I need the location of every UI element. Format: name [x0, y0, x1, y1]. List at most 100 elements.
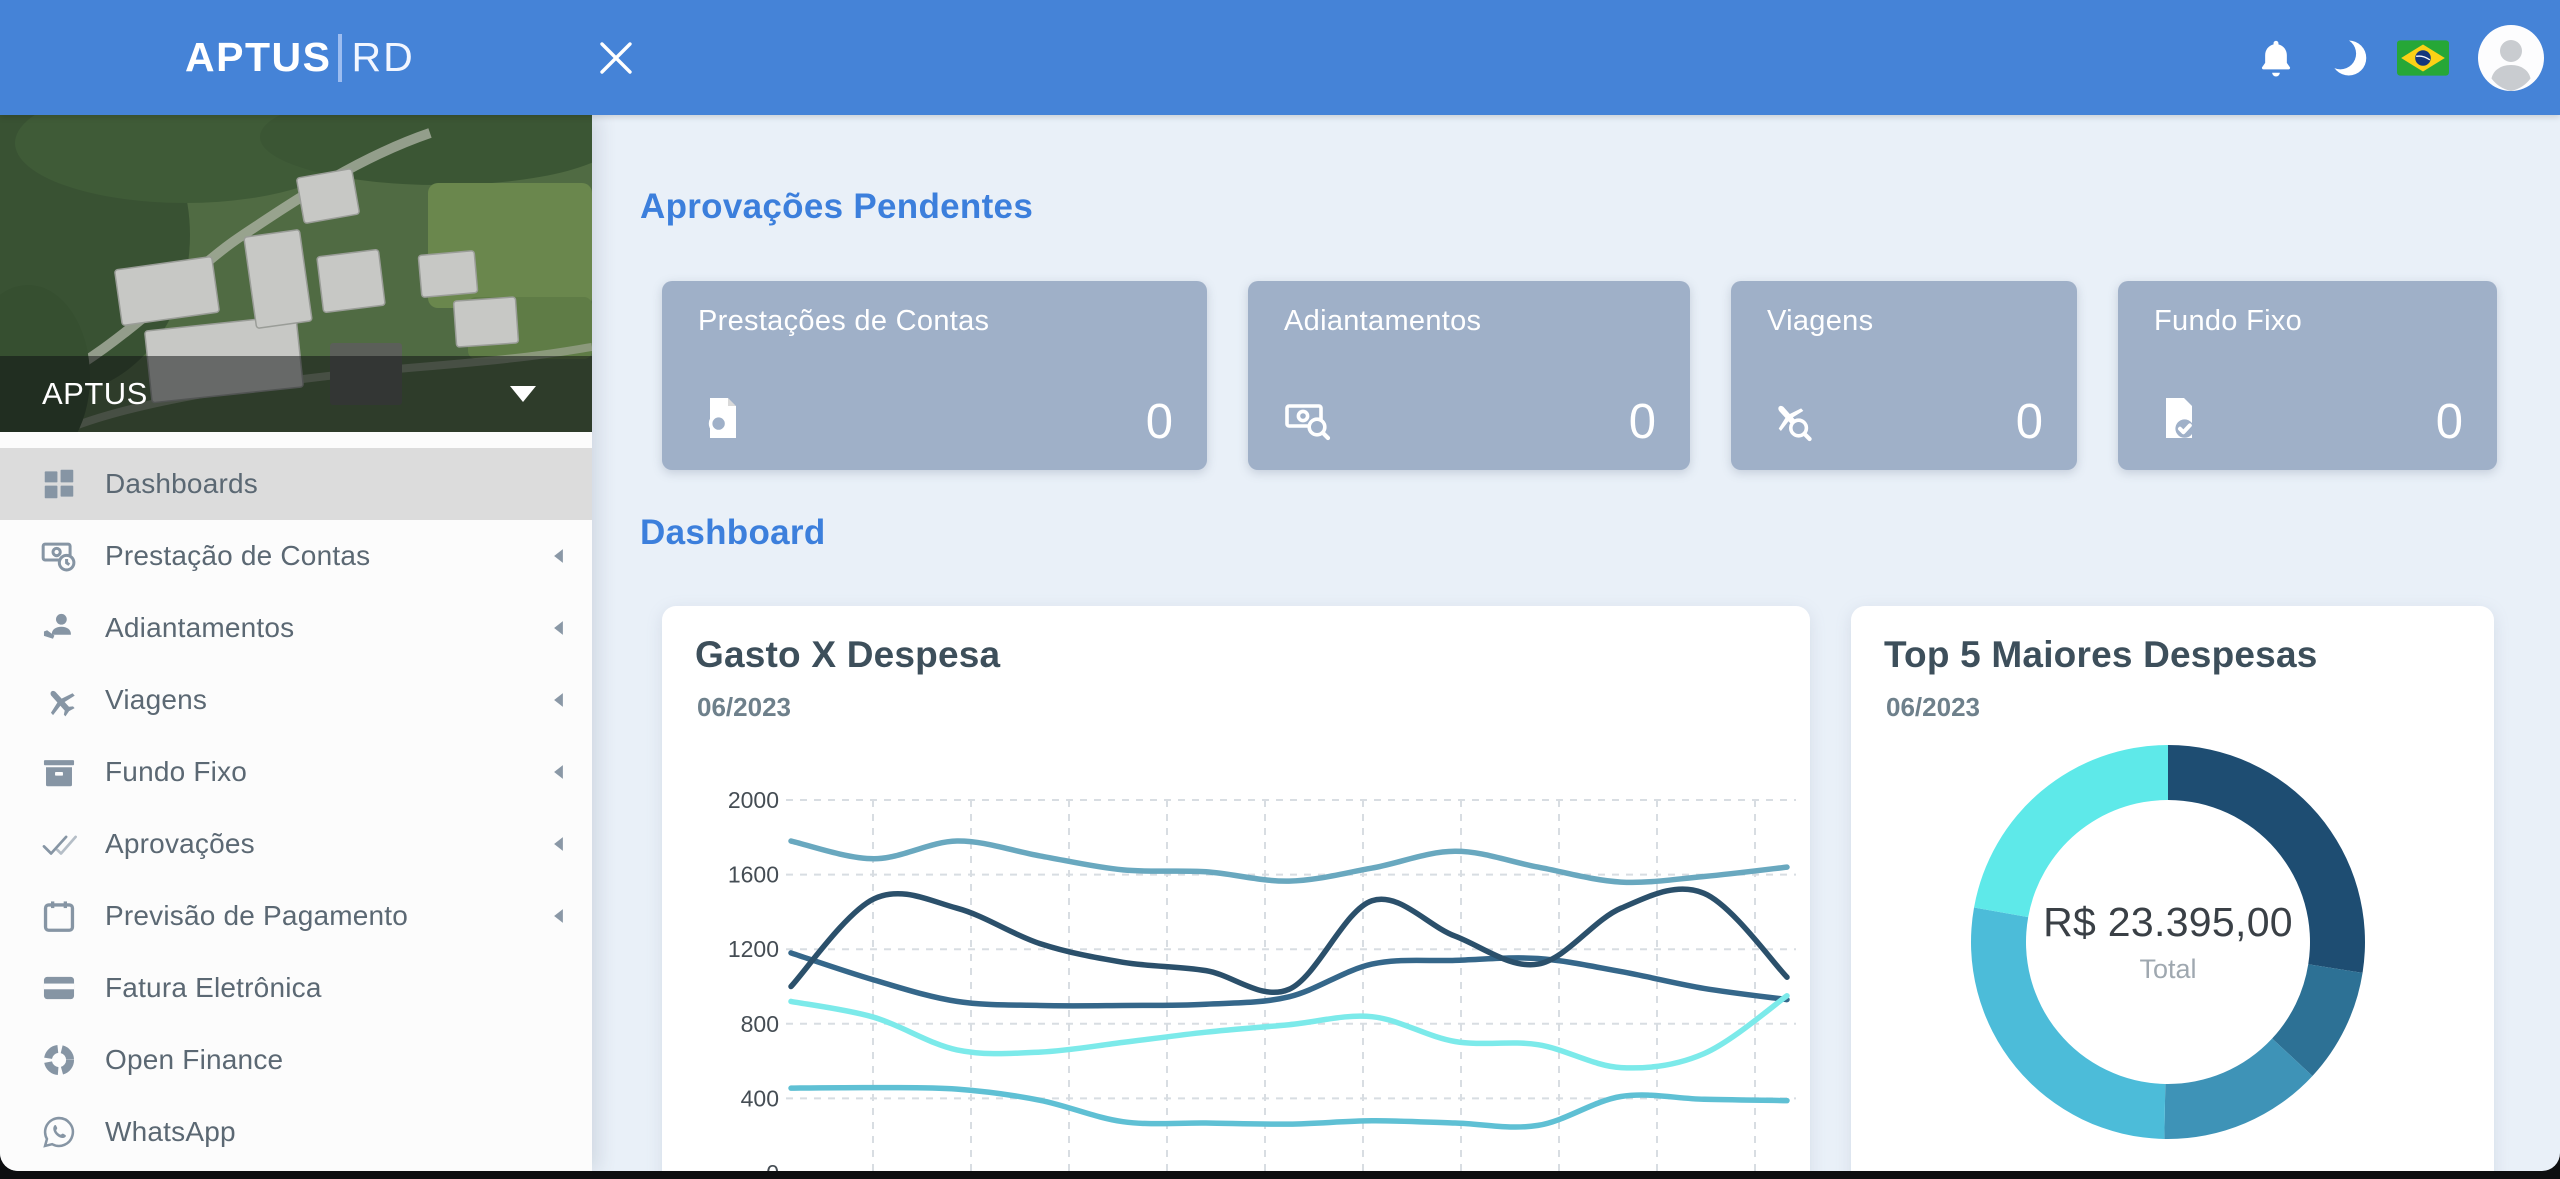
summary-card-adiantamentos[interactable]: Adiantamentos 0: [1248, 281, 1690, 470]
logo-secondary-text: RD: [351, 34, 414, 81]
chevron-left-icon: [551, 547, 566, 565]
top-bar: APTUS RD: [0, 0, 2560, 115]
sidebar: APTUS Dashboards Prestação de Contas Adian…: [0, 115, 592, 1171]
sidebar-item-prestacao-de-contas[interactable]: Prestação de Contas: [0, 520, 592, 592]
sidebar-item-label: Fundo Fixo: [105, 756, 247, 788]
money-clock-icon: [40, 537, 78, 575]
app-window: APTUS RD: [0, 0, 2560, 1171]
sidebar-item-fatura-eletronica[interactable]: Fatura Eletrônica: [0, 952, 592, 1024]
line-series-3: [791, 953, 1787, 1006]
donut-chart: [1851, 726, 2494, 1171]
summary-card-fundo-fixo[interactable]: Fundo Fixo 0: [2118, 281, 2497, 470]
summary-card-title: Adiantamentos: [1284, 305, 1481, 338]
line-series-1: [791, 841, 1787, 882]
sidebar-item-label: Aprovações: [105, 828, 255, 860]
line-series-5: [791, 1088, 1787, 1127]
y-axis-tick-label: 2000: [728, 787, 779, 813]
summary-card-title: Prestações de Contas: [698, 305, 989, 338]
summary-card-value: 0: [2436, 394, 2463, 450]
company-name: APTUS: [42, 376, 148, 412]
close-icon: [592, 34, 640, 82]
summary-cards-row: Prestações de Contas0Adiantamentos0Viage…: [662, 281, 2497, 470]
sidebar-item-label: WhatsApp: [105, 1116, 236, 1148]
chevron-left-icon: [551, 619, 566, 637]
bell-icon: [2255, 37, 2297, 79]
company-photo: APTUS: [0, 115, 592, 432]
calendar-icon: [40, 897, 78, 935]
header-actions: [2255, 0, 2544, 115]
summary-card-value: 0: [2016, 394, 2043, 450]
chevron-left-icon: [551, 691, 566, 709]
archive-box-icon: [40, 753, 78, 791]
credit-card-icon: [40, 969, 78, 1007]
donut-chart-card: Top 5 Maiores Despesas 06/2023 R$ 23.395…: [1851, 606, 2494, 1171]
sidebar-item-whatsapp[interactable]: WhatsApp: [0, 1096, 592, 1168]
plane-icon: [40, 681, 78, 719]
donut-chart-subtitle: 06/2023: [1886, 692, 1980, 723]
donut-slice-1: [2168, 745, 2365, 973]
summary-card-viagens[interactable]: Viagens 0: [1731, 281, 2077, 470]
sidebar-item-fundo-fixo[interactable]: Fundo Fixo: [0, 736, 592, 808]
hand-user-icon: [40, 609, 78, 647]
chevron-left-icon: [551, 907, 566, 925]
y-axis-tick-label: 800: [741, 1011, 779, 1037]
sidebar-item-aprovacoes[interactable]: Aprovações: [0, 808, 592, 880]
donut-slice-4: [1971, 908, 2165, 1139]
chevron-left-icon: [551, 763, 566, 781]
line-chart-subtitle: 06/2023: [697, 692, 791, 723]
sidebar-item-label: Open Finance: [105, 1044, 283, 1076]
sidebar-item-label: Viagens: [105, 684, 207, 716]
sidebar-item-previsao-de-pagamento[interactable]: Previsão de Pagamento: [0, 880, 592, 952]
donut-slice-5: [1974, 745, 2168, 917]
dashboard-title: Dashboard: [640, 513, 826, 553]
brazil-flag-icon: [2397, 40, 2449, 76]
line-chart: 2000 1600 1200 800 400 0: [701, 770, 1801, 1171]
chevron-left-icon: [551, 835, 566, 853]
y-axis-tick-label: 0: [766, 1160, 779, 1171]
document-check-icon: [2154, 394, 2202, 442]
line-chart-title: Gasto X Despesa: [695, 634, 1000, 676]
user-menu[interactable]: [2478, 25, 2544, 91]
sidebar-item-label: Prestação de Contas: [105, 540, 370, 572]
close-sidebar-button[interactable]: [592, 34, 640, 82]
chevron-down-icon: [510, 386, 536, 402]
sidebar-item-label: Fatura Eletrônica: [105, 972, 322, 1004]
sidebar-item-open-finance[interactable]: Open Finance: [0, 1024, 592, 1096]
sidebar-item-label: Dashboards: [105, 468, 258, 500]
language-selector[interactable]: [2397, 40, 2449, 76]
whatsapp-icon: [40, 1113, 78, 1151]
summary-card-value: 0: [1146, 394, 1173, 450]
summary-card-prestacoes-de-contas[interactable]: Prestações de Contas 0: [662, 281, 1207, 470]
sidebar-item-adiantamentos[interactable]: Adiantamentos: [0, 592, 592, 664]
charts-row: Gasto X Despesa 06/2023 2000 1600 1200 800 4…: [662, 606, 2494, 1171]
user-avatar: [2478, 25, 2544, 91]
sidebar-item-label: Adiantamentos: [105, 612, 294, 644]
moon-icon: [2326, 37, 2368, 79]
dashboard-icon: [40, 465, 78, 503]
sidebar-item-viagens[interactable]: Viagens: [0, 664, 592, 736]
y-axis-tick-label: 1200: [728, 936, 779, 962]
double-check-icon: [40, 825, 78, 863]
logo-primary-text: APTUS: [185, 34, 331, 81]
sidebar-menu: Dashboards Prestação de Contas Adiantament…: [0, 448, 592, 1168]
summary-card-title: Fundo Fixo: [2154, 305, 2302, 338]
money-search-icon: [1284, 394, 1332, 442]
y-axis-tick-label: 400: [741, 1085, 779, 1111]
document-search-icon: [698, 394, 746, 442]
main-content: Aprovações Pendentes Prestações de Conta…: [592, 115, 2560, 1171]
donut-icon: [40, 1041, 78, 1079]
y-axis-tick-label: 1600: [728, 862, 779, 888]
sidebar-item-dashboards[interactable]: Dashboards: [0, 448, 592, 520]
line-chart-card: Gasto X Despesa 06/2023 2000 1600 1200 800 4…: [662, 606, 1810, 1171]
summary-card-value: 0: [1629, 394, 1656, 450]
notifications-button[interactable]: [2255, 37, 2297, 79]
company-selector[interactable]: APTUS: [0, 356, 592, 432]
line-series-4: [791, 996, 1787, 1068]
logo-separator: [338, 34, 342, 82]
plane-search-icon: [1767, 394, 1815, 442]
donut-chart-title: Top 5 Maiores Despesas: [1884, 634, 2318, 676]
summary-card-title: Viagens: [1767, 305, 1873, 338]
pending-approvals-title: Aprovações Pendentes: [640, 187, 1033, 227]
dark-mode-toggle[interactable]: [2326, 37, 2368, 79]
sidebar-item-label: Previsão de Pagamento: [105, 900, 408, 932]
